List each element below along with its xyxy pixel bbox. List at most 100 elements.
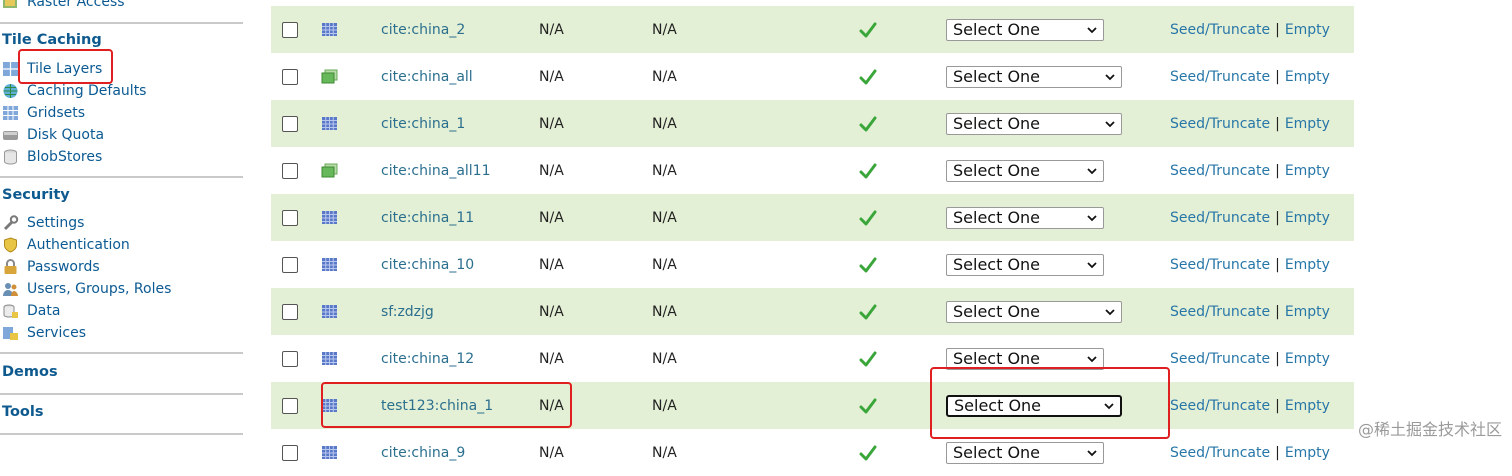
na-value: N/A (652, 21, 677, 38)
checkmark-icon (859, 257, 877, 272)
na-value: N/A (652, 115, 677, 132)
chevron-down-icon (1087, 26, 1097, 33)
checkmark-icon (859, 69, 877, 84)
empty-link[interactable]: Empty (1285, 210, 1330, 226)
na-value: N/A (539, 256, 564, 273)
sidebar-item-raster-access[interactable]: Raster Access (2, 0, 125, 12)
row-checkbox[interactable] (282, 115, 298, 132)
table-row: cite:china_9 N/A N/A Select One Seed/Truncat… (271, 429, 1354, 476)
layer-name-link[interactable]: cite:china_11 (381, 210, 474, 226)
divider (0, 176, 243, 178)
table-row: cite:china_11 N/A N/A Select One Seed/Trunca… (271, 194, 1354, 241)
layer-name-link[interactable]: cite:china_9 (381, 445, 465, 461)
divider (0, 433, 243, 435)
seed-truncate-link[interactable]: Seed/Truncate (1170, 116, 1270, 132)
na-value: N/A (652, 256, 677, 273)
seed-truncate-link[interactable]: Seed/Truncate (1170, 163, 1270, 179)
table-row: cite:china_all11 N/A N/A Select One Seed/Tru… (271, 147, 1354, 194)
sidebar-item-demos[interactable]: Demos (2, 364, 58, 380)
gridset-select[interactable]: Select One (946, 300, 1122, 323)
row-checkbox[interactable] (282, 209, 298, 226)
layer-name-link[interactable]: sf:zdzjg (381, 304, 434, 320)
sidebar-item-caching-defaults[interactable]: Caching Defaults (2, 81, 146, 101)
row-checkbox[interactable] (282, 397, 298, 414)
gridset-select[interactable]: Select One (946, 253, 1104, 276)
layer-name-link[interactable]: cite:china_10 (381, 257, 474, 273)
empty-link[interactable]: Empty (1285, 163, 1330, 179)
row-checkbox[interactable] (282, 256, 298, 273)
empty-link[interactable]: Empty (1285, 398, 1330, 414)
layer-name-link[interactable]: cite:china_all (381, 69, 473, 85)
row-checkbox[interactable] (282, 162, 298, 179)
security-heading: Security (2, 187, 70, 203)
row-checkbox[interactable] (282, 303, 298, 320)
sidebar-item-label: Settings (27, 215, 85, 231)
sidebar-item-gridsets[interactable]: Gridsets (2, 103, 85, 123)
seed-truncate-link[interactable]: Seed/Truncate (1170, 69, 1270, 85)
empty-link[interactable]: Empty (1285, 116, 1330, 132)
gridset-select[interactable]: Select One (946, 206, 1104, 229)
chevron-down-icon (1087, 261, 1097, 268)
sidebar-item-disk-quota[interactable]: Disk Quota (2, 125, 104, 145)
seed-truncate-link[interactable]: Seed/Truncate (1170, 22, 1270, 38)
sidebar-item-data[interactable]: Data (2, 301, 60, 321)
row-checkbox[interactable] (282, 68, 298, 85)
na-value: N/A (652, 444, 677, 461)
tile-caching-heading: Tile Caching (2, 32, 102, 48)
seed-truncate-link[interactable]: Seed/Truncate (1170, 304, 1270, 320)
select-value: Select One (953, 67, 1041, 86)
empty-link[interactable]: Empty (1285, 304, 1330, 320)
sidebar-item-label: Gridsets (27, 105, 86, 121)
seed-truncate-link[interactable]: Seed/Truncate (1170, 398, 1270, 414)
empty-link[interactable]: Empty (1285, 351, 1330, 367)
empty-link[interactable]: Empty (1285, 69, 1330, 85)
table-row: sf:zdzjg N/A N/A Select One Seed/Truncate | Em… (271, 288, 1354, 335)
layer-name-link[interactable]: cite:china_1 (381, 116, 465, 132)
sidebar-item-users-groups-roles[interactable]: Users, Groups, Roles (2, 279, 171, 299)
layer-name-link[interactable]: cite:china_12 (381, 351, 474, 367)
seed-truncate-link[interactable]: Seed/Truncate (1170, 445, 1270, 461)
checkmark-icon (859, 163, 877, 178)
sidebar-item-authentication[interactable]: Authentication (2, 235, 130, 255)
raster-layer-icon (322, 258, 337, 271)
checkmark-icon (859, 398, 877, 413)
gridset-select[interactable]: Select One (946, 18, 1104, 41)
separator: | (1275, 256, 1280, 273)
raster-layer-icon (322, 446, 337, 459)
disk-icon (3, 131, 18, 140)
na-value: N/A (539, 21, 564, 38)
empty-link[interactable]: Empty (1285, 22, 1330, 38)
chevron-down-icon (1087, 449, 1097, 456)
gridset-select[interactable]: Select One (946, 112, 1122, 135)
gridset-select[interactable]: Select One (946, 65, 1122, 88)
layer-name-link[interactable]: cite:china_all11 (381, 163, 491, 179)
seed-truncate-link[interactable]: Seed/Truncate (1170, 351, 1270, 367)
sidebar-item-blobstores[interactable]: BlobStores (2, 147, 102, 167)
row-checkbox[interactable] (282, 350, 298, 367)
seed-truncate-link[interactable]: Seed/Truncate (1170, 257, 1270, 273)
raster-layer-icon (322, 117, 337, 130)
sidebar-item-passwords[interactable]: Passwords (2, 257, 100, 277)
separator: | (1275, 115, 1280, 132)
sidebar-item-settings[interactable]: Settings (2, 213, 84, 233)
layer-name-link[interactable]: cite:china_2 (381, 22, 465, 38)
sidebar-item-label: Caching Defaults (27, 83, 147, 99)
empty-link[interactable]: Empty (1285, 257, 1330, 273)
gridset-select[interactable]: Select One (946, 441, 1104, 464)
separator: | (1275, 350, 1280, 367)
na-value: N/A (652, 350, 677, 367)
row-checkbox[interactable] (282, 21, 298, 38)
annotation-box (930, 367, 1170, 439)
na-value: N/A (652, 162, 677, 179)
sidebar-item-services[interactable]: Services (2, 323, 86, 343)
sidebar-item-label: Services (27, 325, 87, 341)
raster-access-icon (3, 0, 17, 8)
row-checkbox[interactable] (282, 444, 298, 461)
sidebar-item-tools[interactable]: Tools (2, 404, 44, 420)
gridset-select[interactable]: Select One (946, 159, 1104, 182)
empty-link[interactable]: Empty (1285, 445, 1330, 461)
seed-truncate-link[interactable]: Seed/Truncate (1170, 210, 1270, 226)
watermark: @稀土掘金技术社区 (1357, 420, 1502, 439)
annotation-box (321, 382, 572, 428)
shield-icon (4, 237, 17, 253)
